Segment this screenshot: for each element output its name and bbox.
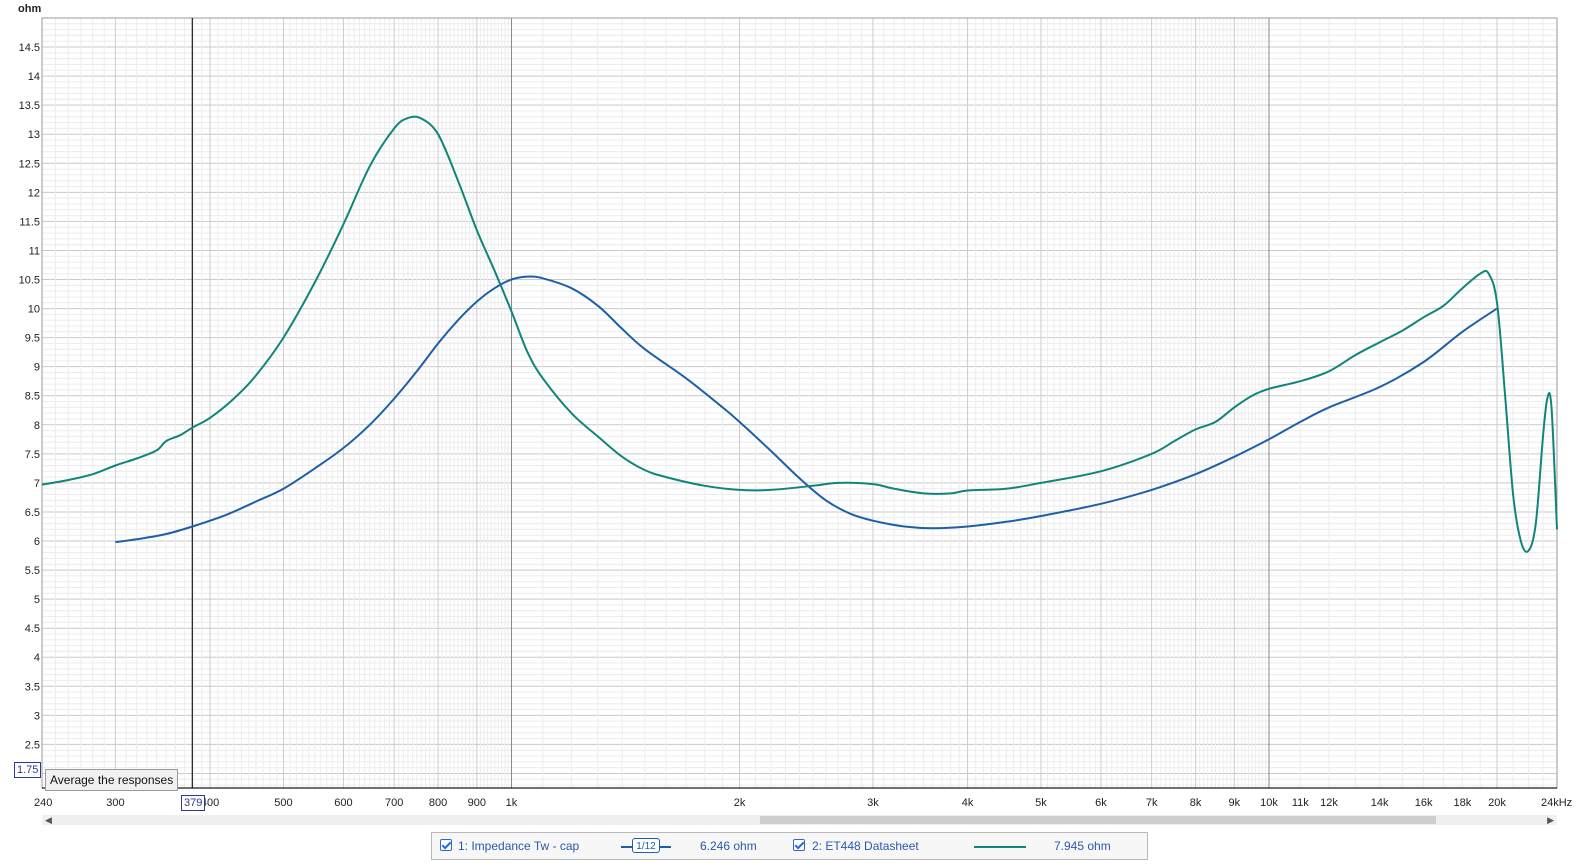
x-tick-label: 5k — [1035, 797, 1047, 809]
y-tick-label: 4 — [34, 652, 40, 664]
series2-line-swatch — [974, 846, 1026, 848]
scroll-left-arrow-icon[interactable]: ◀ — [45, 815, 52, 825]
x-tick-label: 18k — [1453, 797, 1471, 809]
y-tick-label: 8.5 — [25, 391, 40, 403]
x-tick-label: 12k — [1320, 797, 1338, 809]
x-tick-label: 240 — [34, 797, 52, 809]
scrollbar-thumb[interactable] — [760, 816, 1436, 824]
y-tick-label: 11.5 — [19, 216, 40, 228]
y-axis-bottom-value[interactable]: 1.75 — [14, 762, 42, 778]
x-tick-label: 16k — [1415, 797, 1433, 809]
x-tick-label: 20k — [1488, 797, 1506, 809]
y-tick-label: 9 — [34, 362, 40, 374]
y-tick-label: 10 — [28, 304, 40, 316]
x-tick-label: 9k — [1229, 797, 1241, 809]
series1-checkbox[interactable] — [440, 839, 452, 851]
x-tick-labels: 240 300 400 500 600 700 800 900 1k 2k 3k 4k 5k 6k 7k 8k… — [34, 797, 1572, 809]
series1-label[interactable]: 1: Impedance Tw - cap — [458, 839, 579, 853]
x-tick-label: 2k — [734, 797, 746, 809]
x-tick-label: 6k — [1095, 797, 1107, 809]
y-tick-label: 13 — [28, 129, 40, 141]
y-tick-label: 6 — [34, 536, 40, 548]
y-tick-label: 5.5 — [25, 565, 40, 577]
series-line-1 — [115, 275, 1498, 544]
x-tick-label: 900 — [468, 797, 486, 809]
series2-value: 7.945 ohm — [1054, 839, 1111, 853]
x-tick-label: 11k — [1292, 797, 1309, 809]
y-tick-label: 7 — [34, 478, 40, 490]
y-tick-label: 9.5 — [25, 333, 40, 345]
y-tick-label: 10.5 — [19, 275, 40, 287]
series1-value: 6.246 ohm — [700, 839, 757, 853]
x-tick-label: 10k — [1260, 797, 1278, 809]
y-tick-label: 8 — [34, 420, 40, 432]
x-tick-label: 8k — [1190, 797, 1202, 809]
x-tick-label: 7k — [1146, 797, 1158, 809]
horizontal-scrollbar[interactable]: ◀ ▶ — [42, 815, 1557, 825]
legend-bar: 1: Impedance Tw - cap 1/12 6.246 ohm 2: … — [431, 832, 1148, 860]
y-tick-label: 7.5 — [25, 449, 40, 461]
x-tick-label: 14k — [1371, 797, 1389, 809]
y-tick-label: 4.5 — [25, 623, 40, 635]
x-tick-label: 500 — [274, 797, 292, 809]
y-tick-label: 11 — [29, 245, 40, 257]
y-tick-label: 6.5 — [25, 507, 40, 519]
x-tick-label: 800 — [429, 797, 447, 809]
grid-lines — [42, 17, 1558, 788]
cursor-x-readout[interactable]: 379 — [181, 795, 206, 811]
y-tick-label: 3 — [34, 710, 40, 722]
y-tick-label: 5 — [34, 594, 40, 606]
impedance-chart: ohm 22.533.544.555.566.577.588.599.51010… — [18, 3, 1572, 809]
y-tick-label: 3.5 — [25, 681, 40, 693]
y-tick-label: 2.5 — [25, 739, 40, 751]
scroll-right-arrow-icon[interactable]: ▶ — [1547, 815, 1554, 825]
y-tick-label: 12 — [28, 187, 40, 199]
y-tick-label: 12.5 — [19, 158, 40, 170]
x-tick-label: 700 — [385, 797, 403, 809]
x-tick-label: 3k — [867, 797, 879, 809]
y-tick-label: 14.5 — [19, 42, 40, 54]
x-tick-label: 600 — [334, 797, 352, 809]
x-tick-label: 1k — [506, 797, 518, 809]
x-tick-label: 24kHz — [1541, 797, 1572, 809]
series2-checkbox[interactable] — [793, 839, 805, 851]
y-tick-labels: 22.533.544.555.566.577.588.599.51010.511… — [19, 42, 40, 780]
x-tick-label: 4k — [962, 797, 974, 809]
y-tick-label: 13.5 — [19, 100, 40, 112]
tooltip-average-responses: Average the responses — [45, 769, 179, 791]
x-tick-label: 300 — [106, 797, 124, 809]
y-tick-label: 14 — [28, 71, 40, 83]
y-axis-unit: ohm — [18, 3, 41, 15]
series2-label[interactable]: 2: ET448 Datasheet — [812, 839, 919, 853]
series1-smoothing-badge[interactable]: 1/12 — [632, 838, 660, 853]
